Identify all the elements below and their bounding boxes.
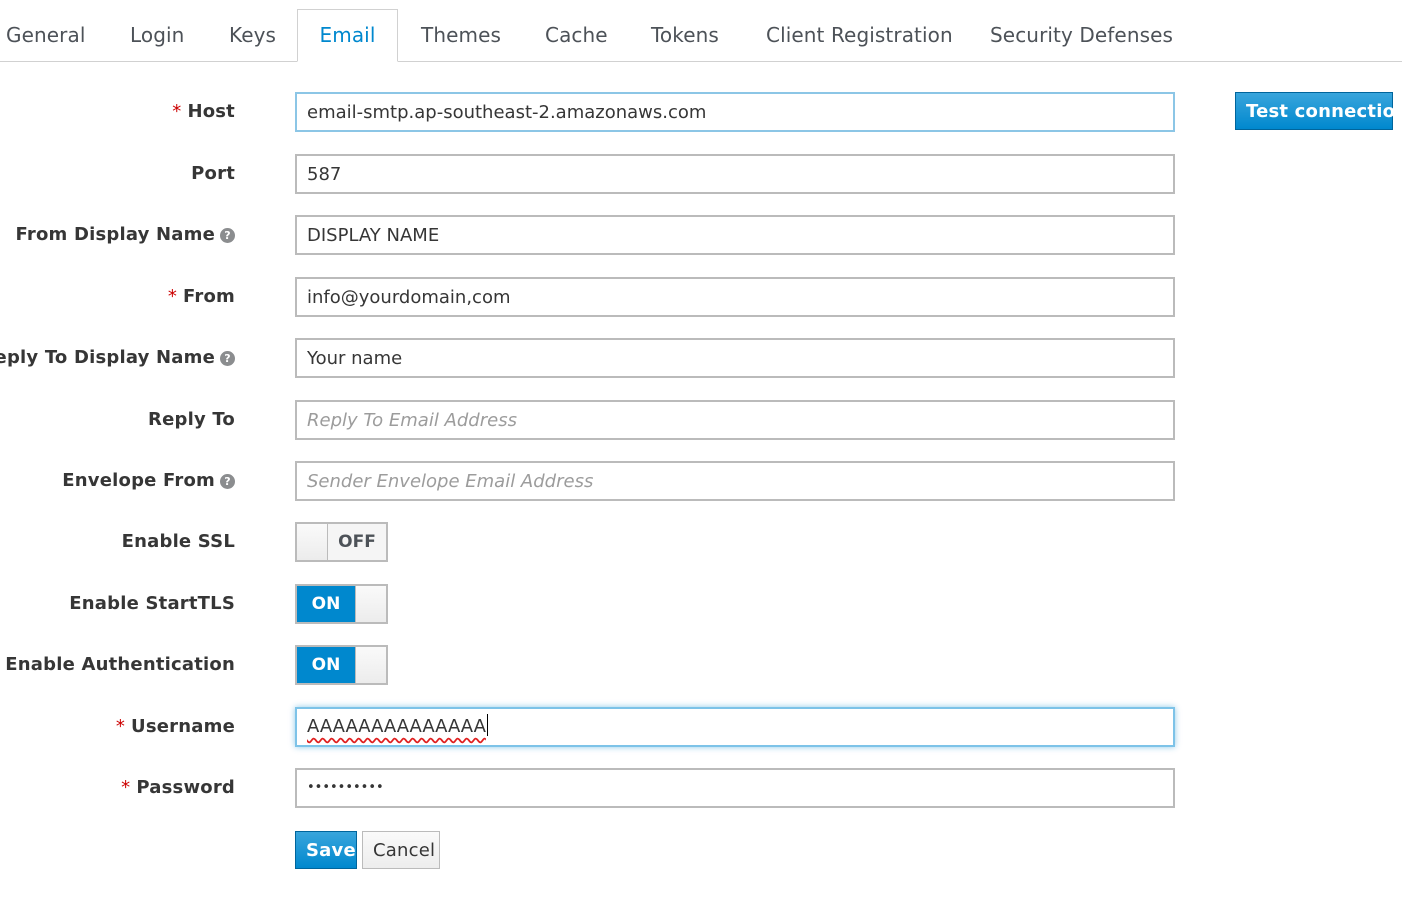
username-value: AAAAAAAAAAAAAA — [307, 716, 486, 737]
required-marker: * — [167, 286, 178, 307]
host-label: * Host — [172, 101, 235, 122]
toggle-state: OFF — [328, 524, 386, 560]
help-icon[interactable]: ? — [220, 228, 235, 243]
reply-to-display-name-label: Reply To Display Name? — [0, 338, 235, 378]
username-row: * Username AAAAAAAAAAAAAA — [0, 707, 1402, 747]
tab-email[interactable]: Email — [297, 9, 398, 62]
help-icon[interactable]: ? — [220, 351, 235, 366]
toggle-knob — [297, 524, 328, 560]
from-display-name-row: From Display Name? — [0, 215, 1402, 255]
reply-to-display-name-input[interactable] — [295, 338, 1175, 378]
toggle-knob — [355, 647, 386, 683]
enable-starttls-toggle[interactable]: ON — [295, 584, 388, 624]
tab-bar: General Login Keys Email Themes Cache To… — [0, 0, 1402, 62]
tab-keys[interactable]: Keys — [229, 0, 276, 62]
port-label: Port — [191, 163, 235, 184]
from-display-name-input[interactable] — [295, 215, 1175, 255]
enable-starttls-label: Enable StartTLS — [69, 593, 235, 614]
tab-security-defenses[interactable]: Security Defenses — [990, 0, 1173, 62]
username-input[interactable]: AAAAAAAAAAAAAA — [295, 707, 1175, 747]
cancel-button[interactable]: Cancel — [362, 831, 440, 869]
save-button[interactable]: Save — [295, 831, 357, 869]
from-row: * From — [0, 277, 1402, 317]
reply-to-row: Reply To — [0, 400, 1402, 440]
toggle-state: ON — [297, 647, 355, 683]
port-row: Port — [0, 154, 1402, 194]
test-connection-button[interactable]: Test connection — [1235, 92, 1402, 130]
password-label: * Password — [121, 777, 235, 798]
required-marker: * — [172, 101, 182, 122]
toggle-knob — [355, 586, 386, 622]
port-input[interactable] — [295, 154, 1175, 194]
host-input[interactable] — [295, 92, 1175, 132]
from-input[interactable] — [295, 277, 1175, 317]
from-label: * From — [167, 286, 235, 307]
enable-starttls-row: Enable StartTLS ON — [0, 584, 1402, 624]
tab-tokens[interactable]: Tokens — [651, 0, 719, 62]
from-display-name-label: From Display Name? — [16, 215, 235, 255]
password-input[interactable]: •••••••••• — [295, 768, 1175, 808]
toggle-state: ON — [297, 586, 355, 622]
enable-ssl-toggle[interactable]: OFF — [295, 522, 388, 562]
host-row: * Host — [0, 92, 1402, 132]
required-marker: * — [115, 716, 126, 737]
envelope-from-label: Envelope From? — [62, 461, 235, 501]
tab-cache[interactable]: Cache — [545, 0, 608, 62]
tab-login[interactable]: Login — [130, 0, 184, 62]
reply-to-input[interactable] — [295, 400, 1175, 440]
reply-to-label: Reply To — [148, 409, 235, 430]
enable-ssl-row: Enable SSL OFF — [0, 522, 1402, 562]
reply-to-display-name-row: Reply To Display Name? — [0, 338, 1402, 378]
enable-authentication-label: Enable Authentication — [5, 654, 235, 675]
username-label: * Username — [115, 716, 235, 737]
password-row: * Password •••••••••• — [0, 768, 1402, 808]
required-marker: * — [121, 777, 131, 798]
envelope-from-row: Envelope From? — [0, 461, 1402, 501]
enable-ssl-label: Enable SSL — [121, 531, 235, 552]
tab-client-registration[interactable]: Client Registration — [766, 0, 953, 62]
enable-authentication-row: Enable Authentication ON — [0, 645, 1402, 685]
text-caret — [486, 714, 488, 736]
tab-general[interactable]: General — [6, 0, 86, 62]
tab-themes[interactable]: Themes — [421, 0, 501, 62]
enable-authentication-toggle[interactable]: ON — [295, 645, 388, 685]
envelope-from-input[interactable] — [295, 461, 1175, 501]
help-icon[interactable]: ? — [220, 474, 235, 489]
